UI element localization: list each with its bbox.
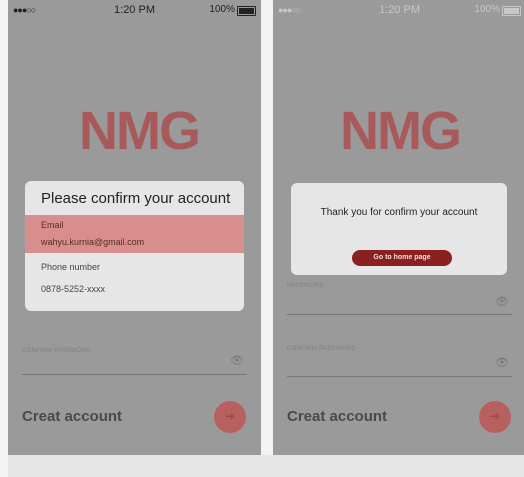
- submit-button[interactable]: ➜: [479, 401, 511, 433]
- go-home-button[interactable]: Go to home page: [352, 250, 452, 266]
- password-field[interactable]: [287, 314, 512, 315]
- eye-icon[interactable]: 👁: [495, 295, 509, 308]
- password-label: PASSWORD: [287, 283, 324, 289]
- submit-button[interactable]: ➜: [214, 401, 246, 433]
- create-account-label: Creat account: [22, 408, 123, 425]
- success-dialog: Thank you for confirm your account Go to…: [291, 183, 507, 275]
- svg-text:NMG: NMG: [340, 105, 460, 155]
- confirm-password-field[interactable]: [22, 374, 247, 375]
- confirm-account-dialog: Please confirm your account Email wahyu.…: [25, 181, 244, 311]
- confirm-password-label: CONFIRM PASSWORD: [287, 346, 357, 352]
- battery-percent: 100%: [474, 4, 500, 15]
- battery-icon: [237, 6, 256, 16]
- phone-value[interactable]: 0878-5252-xxxx: [41, 284, 105, 294]
- bottom-strip: [8, 455, 524, 477]
- confirm-password-field[interactable]: [287, 376, 512, 377]
- arrow-right-icon: ➜: [224, 409, 236, 423]
- confirm-password-label: CONFIRM PASSWORD: [22, 348, 92, 354]
- nmg-logo: NMG: [340, 105, 462, 155]
- email-label: Email: [41, 220, 64, 230]
- arrow-right-icon: ➜: [489, 409, 501, 423]
- eye-icon[interactable]: 👁: [230, 354, 244, 367]
- status-bar: ●●●○○ 1:20 PM 100%: [273, 0, 524, 22]
- success-message: Thank you for confirm your account: [320, 207, 478, 218]
- phone-label: Phone number: [41, 262, 101, 272]
- create-account-label: Creat account: [287, 408, 388, 425]
- battery-icon: [502, 6, 521, 16]
- email-value[interactable]: wahyu.kurnia@gmail.com: [41, 237, 144, 247]
- status-bar: ●●●○○ 1:20 PM 100%: [8, 0, 261, 22]
- dialog-title: Please confirm your account: [41, 190, 231, 207]
- battery-percent: 100%: [209, 4, 235, 15]
- phone-screen-confirm: ●●●○○ 1:20 PM 100% NMG CONFIRM PASSWORD …: [8, 0, 261, 455]
- eye-icon[interactable]: 👁: [495, 356, 509, 369]
- nmg-logo: NMG: [79, 105, 201, 155]
- phone-screen-success: ●●●○○ 1:20 PM 100% NMG PASSWORD 👁 CONFIR…: [273, 0, 524, 455]
